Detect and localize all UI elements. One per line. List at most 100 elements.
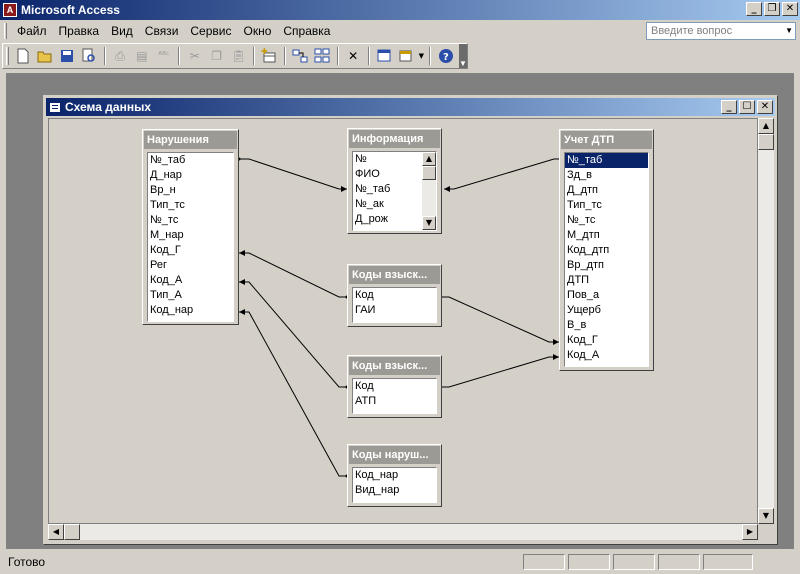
close-button[interactable]: ✕ — [782, 2, 798, 16]
help-question-input[interactable]: Введите вопрос ▼ — [646, 22, 796, 40]
relationship-line[interactable] — [239, 250, 349, 299]
print-preview-icon[interactable]: ▤ — [131, 45, 152, 67]
field-item[interactable]: Рег — [148, 258, 233, 273]
field-item[interactable]: №_таб — [148, 153, 233, 168]
new-file-icon[interactable] — [13, 45, 34, 67]
table-kody-nar[interactable]: Коды наруш... Код_нар Вид_нар — [347, 444, 442, 507]
show-table-icon[interactable]: ✚ — [259, 45, 280, 67]
copy-icon[interactable]: ❐ — [206, 45, 227, 67]
field-item[interactable]: Код_нар — [353, 468, 436, 483]
spelling-icon[interactable]: ᴬᴮᶜ — [153, 45, 174, 67]
scroll-up-icon[interactable]: ▲ — [422, 152, 436, 166]
table-narusheniya[interactable]: Нарушения №_таб Д_нар Вр_н Тип_тс №_тс М… — [142, 129, 239, 325]
table-kody-gai[interactable]: Коды взыск... Код ГАИ — [347, 264, 442, 327]
help-icon[interactable]: ? — [435, 45, 456, 67]
database-window-icon[interactable] — [374, 45, 395, 67]
menu-file[interactable]: Файл — [11, 24, 53, 38]
menu-view[interactable]: Вид — [105, 24, 139, 38]
relationship-line[interactable] — [237, 157, 348, 193]
field-list[interactable]: №_таб Зд_в Д_дтп Тип_тс №_тс М_дтп Код_д… — [564, 152, 649, 367]
scroll-thumb[interactable] — [758, 134, 774, 150]
field-item[interactable]: Д_дтп — [565, 183, 648, 198]
relationship-line[interactable] — [444, 157, 564, 193]
field-item[interactable]: ДТП — [565, 273, 648, 288]
field-item[interactable]: Ущерб — [565, 303, 648, 318]
table-uchet-dtp[interactable]: Учет ДТП №_таб Зд_в Д_дтп Тип_тс №_тс М_… — [559, 129, 654, 371]
field-list-scrollbar[interactable]: ▲ ▼ — [422, 152, 436, 230]
table-title[interactable]: Учет ДТП — [561, 131, 652, 149]
field-item[interactable]: Д_нар — [148, 168, 233, 183]
relationships-canvas[interactable]: Нарушения №_таб Д_нар Вр_н Тип_тс №_тс М… — [48, 118, 758, 524]
save-icon[interactable] — [57, 45, 78, 67]
scroll-down-icon[interactable]: ▼ — [758, 508, 774, 524]
scroll-up-icon[interactable]: ▲ — [758, 118, 774, 134]
relationship-line[interactable] — [438, 295, 560, 346]
scroll-thumb[interactable] — [64, 524, 80, 540]
field-item[interactable]: АТП — [353, 394, 436, 409]
field-item[interactable]: №_тс — [148, 213, 233, 228]
new-object-icon[interactable] — [396, 45, 417, 67]
horizontal-scrollbar[interactable]: ◀ ▶ — [48, 524, 758, 540]
field-item[interactable]: Код_дтп — [565, 243, 648, 258]
menu-help[interactable]: Справка — [277, 24, 336, 38]
vertical-scrollbar[interactable]: ▲ ▼ — [758, 118, 774, 524]
maximize-button[interactable]: ☐ — [739, 100, 755, 114]
table-informaciya[interactable]: Информация № ФИО №_таб №_ак Д_рож ▲ ▼ — [347, 128, 442, 234]
open-folder-icon[interactable] — [35, 45, 56, 67]
field-item[interactable]: Пов_а — [565, 288, 648, 303]
field-item[interactable]: М_нар — [148, 228, 233, 243]
scroll-right-icon[interactable]: ▶ — [742, 524, 758, 540]
field-item[interactable]: Вр_н — [148, 183, 233, 198]
field-item[interactable]: Код_нар — [148, 303, 233, 318]
table-title[interactable]: Нарушения — [144, 131, 237, 149]
field-item[interactable]: Код_Г — [148, 243, 233, 258]
minimize-button[interactable]: _ — [746, 2, 762, 16]
table-title[interactable]: Коды взыск... — [349, 266, 440, 284]
field-list[interactable]: Код_нар Вид_нар — [352, 467, 437, 503]
table-title[interactable]: Информация — [349, 130, 440, 148]
menu-grip[interactable] — [4, 23, 7, 39]
minimize-button[interactable]: _ — [721, 100, 737, 114]
search-file-icon[interactable] — [79, 45, 100, 67]
field-item[interactable]: В_в — [565, 318, 648, 333]
paste-icon[interactable]: 📋︎ — [228, 45, 249, 67]
table-title[interactable]: Коды взыск... — [349, 357, 440, 375]
field-item[interactable]: Вр_дтп — [565, 258, 648, 273]
table-kody-atp[interactable]: Коды взыск... Код АТП — [347, 355, 442, 418]
table-title[interactable]: Коды наруш... — [349, 446, 440, 464]
print-icon[interactable]: ⎙ — [110, 45, 131, 67]
field-item[interactable]: №_тс — [565, 213, 648, 228]
field-list[interactable]: №_таб Д_нар Вр_н Тип_тс №_тс М_нар Код_Г… — [147, 152, 234, 322]
scroll-thumb[interactable] — [422, 166, 436, 180]
relationship-line[interactable] — [438, 354, 560, 389]
scroll-left-icon[interactable]: ◀ — [48, 524, 64, 540]
toolbar-grip[interactable] — [6, 47, 9, 65]
field-item[interactable]: М_дтп — [565, 228, 648, 243]
field-list[interactable]: Код ГАИ — [352, 287, 437, 323]
field-item[interactable]: Код_Г — [565, 333, 648, 348]
field-item-selected[interactable]: №_таб — [565, 153, 648, 168]
menu-edit[interactable]: Правка — [53, 24, 106, 38]
field-item[interactable]: Код — [353, 288, 436, 303]
field-item[interactable]: Код_А — [148, 273, 233, 288]
chevron-down-icon[interactable]: ▼ — [417, 45, 425, 67]
cut-icon[interactable]: ✂ — [184, 45, 205, 67]
chevron-down-icon[interactable]: ▼ — [785, 23, 793, 39]
show-all-icon[interactable] — [312, 45, 333, 67]
field-item[interactable]: ГАИ — [353, 303, 436, 318]
field-list[interactable]: № ФИО №_таб №_ак Д_рож ▲ ▼ — [352, 151, 437, 231]
field-item[interactable]: Зд_в — [565, 168, 648, 183]
menu-tools[interactable]: Сервис — [184, 24, 237, 38]
field-item[interactable]: Тип_А — [148, 288, 233, 303]
toolbar-options-button[interactable]: ▼ — [458, 44, 467, 68]
relationship-line[interactable] — [239, 279, 349, 389]
show-direct-icon[interactable] — [290, 45, 311, 67]
field-item[interactable]: Код — [353, 379, 436, 394]
field-item[interactable]: Тип_тс — [565, 198, 648, 213]
field-item[interactable]: Тип_тс — [148, 198, 233, 213]
delete-icon[interactable]: ✕ — [343, 45, 364, 67]
close-button[interactable]: ✕ — [757, 100, 773, 114]
relationships-window-title-bar[interactable]: Схема данных _ ☐ ✕ — [46, 98, 775, 116]
field-item[interactable]: Код_А — [565, 348, 648, 363]
field-item[interactable]: Вид_нар — [353, 483, 436, 498]
